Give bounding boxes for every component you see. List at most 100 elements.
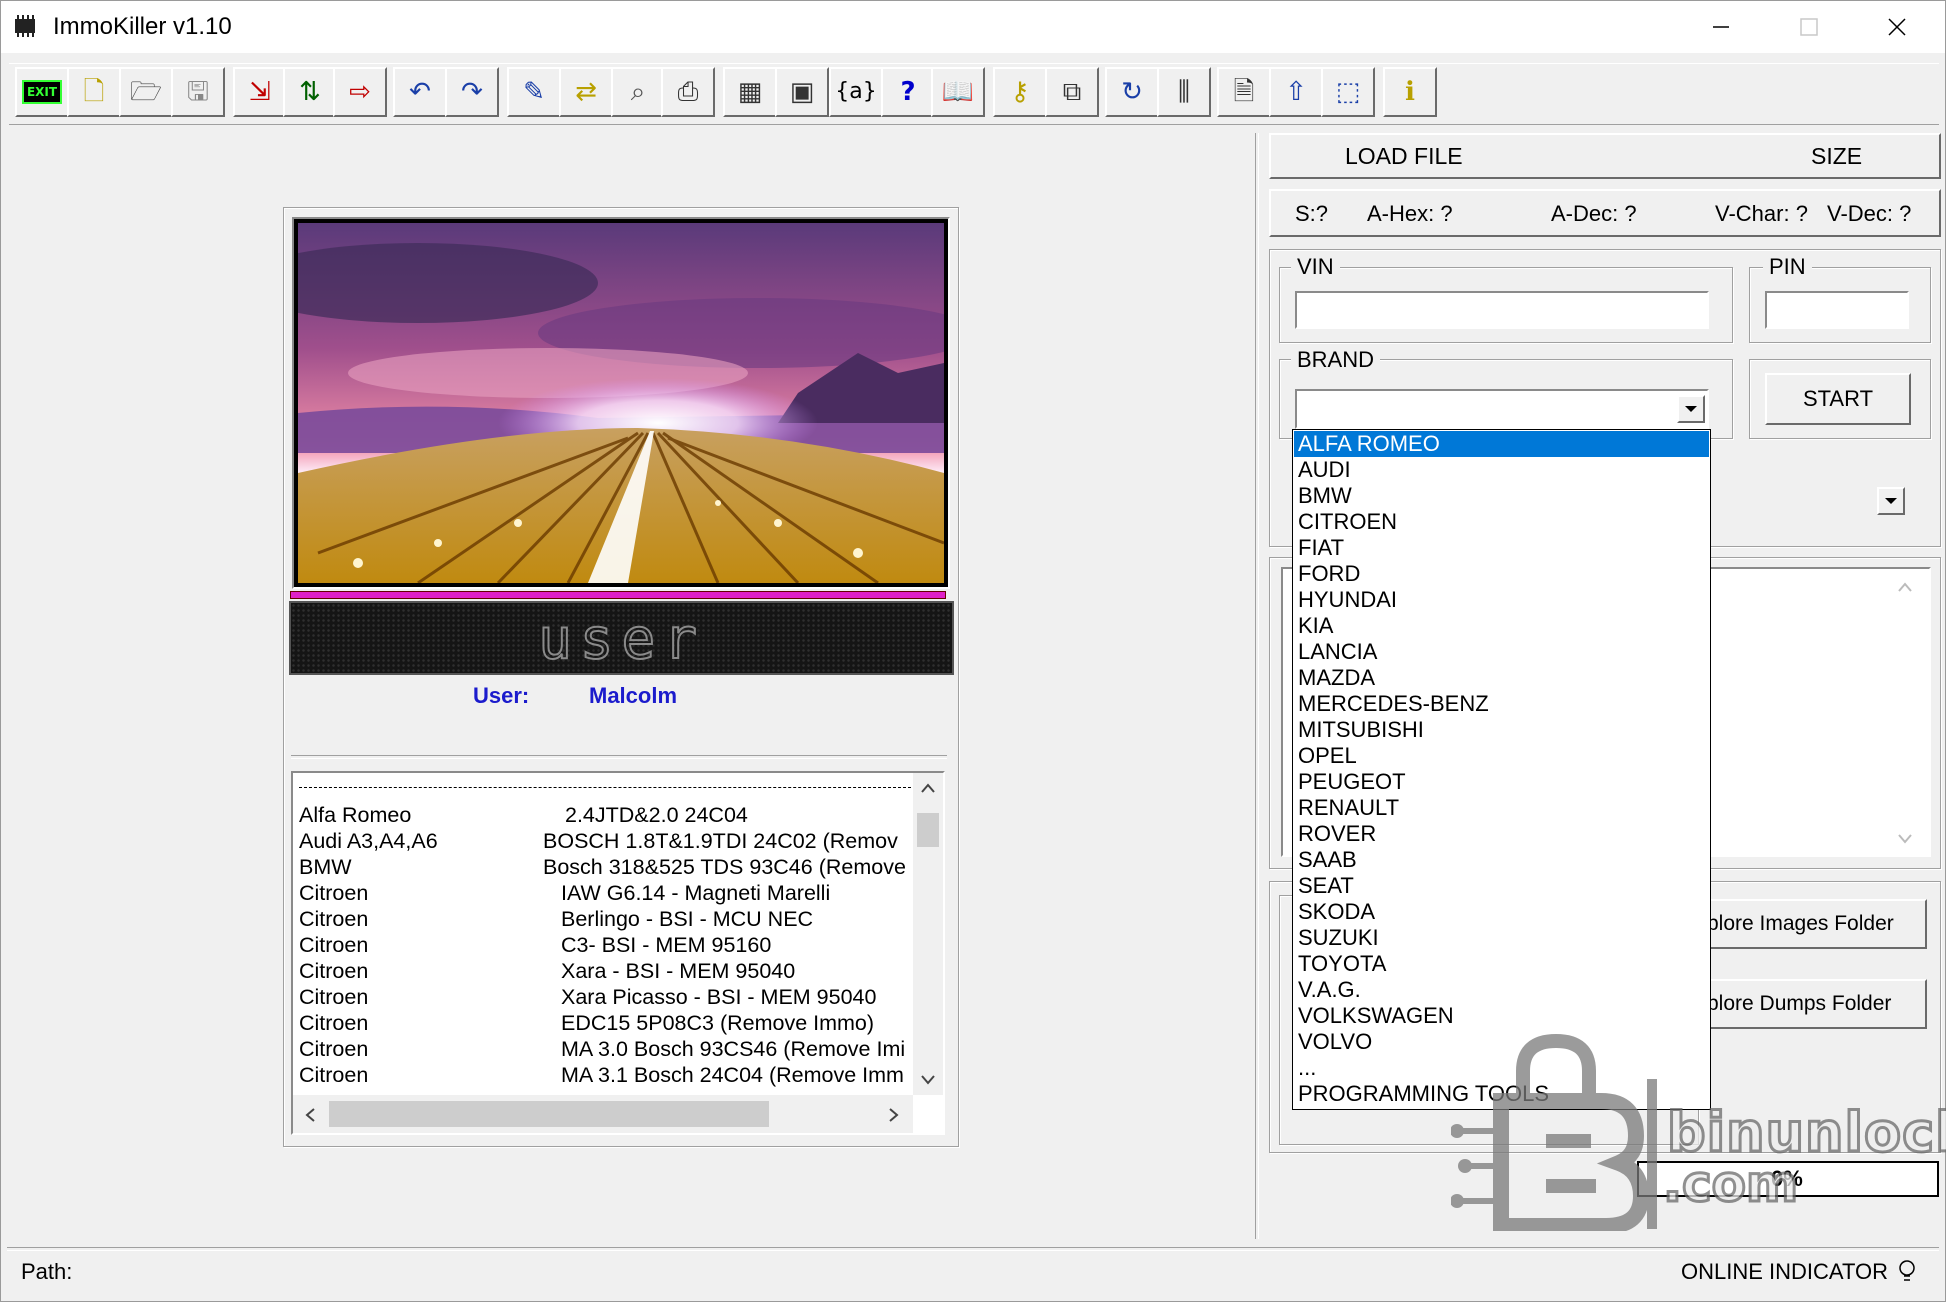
info-button[interactable]: ℹ	[1383, 67, 1437, 117]
brand-option[interactable]: BMW	[1294, 483, 1709, 509]
list-item[interactable]: Citroen Xara - BSI - MEM 95040	[299, 959, 911, 985]
brand-option[interactable]: MERCEDES-BENZ	[1294, 691, 1709, 717]
list-item[interactable]: Citroen Xara Picasso - BSI - MEM 95040	[299, 985, 911, 1011]
refresh-icon: ↻	[1121, 77, 1143, 107]
module-dropdown-button[interactable]	[1877, 487, 1905, 515]
brand-option[interactable]: AUDI	[1294, 457, 1709, 483]
brand-option[interactable]: ALFA ROMEO	[1294, 431, 1709, 457]
refresh-button[interactable]: ↻	[1105, 67, 1159, 117]
vin-input[interactable]	[1295, 291, 1709, 329]
open-file-button[interactable]: 🗁	[119, 67, 173, 117]
save-icon: 🖫	[186, 77, 210, 107]
new-file-button[interactable]: 🗋	[67, 67, 121, 117]
brand-dropdown-button[interactable]	[1677, 395, 1705, 423]
explore-dumps-button[interactable]: plore Dumps Folder	[1691, 979, 1927, 1029]
export-button[interactable]: ⇨	[333, 67, 387, 117]
brand-option[interactable]: SEAT	[1294, 873, 1709, 899]
close-button[interactable]	[1853, 1, 1941, 53]
info-v-dec: V-Dec: ?	[1827, 201, 1912, 226]
manual-button[interactable]: 📖	[931, 67, 985, 117]
brand-option[interactable]: VOLKSWAGEN	[1294, 1003, 1709, 1029]
list-item[interactable]: BMW Bosch 318&525 TDS 93C46 (Remove	[299, 855, 911, 881]
undo-button[interactable]: ↶	[393, 67, 447, 117]
vehicle-list[interactable]: Alfa Romeo 2.4JTD&2.0 24C04 Audi A3,A4,A6 B…	[291, 771, 945, 1135]
pin-input[interactable]	[1765, 291, 1909, 329]
brand-option[interactable]: ROVER	[1294, 821, 1709, 847]
list-item[interactable]: Citroen MA 3.1 Bosch 24C04 (Remove Imm	[299, 1063, 911, 1089]
edit-button[interactable]: ✎	[507, 67, 561, 117]
select-area-button[interactable]: ⬚	[1321, 67, 1375, 117]
brand-option[interactable]: MITSUBISHI	[1294, 717, 1709, 743]
brand-option[interactable]: SKODA	[1294, 899, 1709, 925]
scroll-left-arrow-icon[interactable]	[303, 1107, 317, 1123]
brand-option[interactable]: OPEL	[1294, 743, 1709, 769]
load-file-bar[interactable]: LOAD FILE SIZE	[1269, 133, 1941, 179]
list-item[interactable]: Alfa Romeo 2.4JTD&2.0 24C04	[299, 803, 911, 829]
help-button[interactable]: ?	[881, 67, 935, 117]
brand-option[interactable]: KIA	[1294, 613, 1709, 639]
brand-select[interactable]	[1295, 389, 1709, 429]
start-button[interactable]: START	[1765, 373, 1911, 425]
new-doc-button[interactable]: 🗎	[1217, 67, 1271, 117]
list-item[interactable]: Citroen C3- BSI - MEM 95160	[299, 933, 911, 959]
save-button[interactable]: 🖫	[171, 67, 225, 117]
copy-windows-button[interactable]: ⧉	[1045, 67, 1099, 117]
brand-option[interactable]: RENAULT	[1294, 795, 1709, 821]
app-window: ImmoKiller v1.10 EXIT 🗋 🗁 🖫 ⇲ ⇅ ⇨ ↶ ↷ ✎ ⇄ ⌕ ⎙ ▦ ▣ {a}? 📖…	[0, 0, 1946, 1302]
scroll-up-arrow-icon[interactable]	[920, 781, 936, 795]
brand-option[interactable]: MAZDA	[1294, 665, 1709, 691]
minimize-button[interactable]	[1677, 1, 1765, 53]
module-select[interactable]	[1707, 481, 1907, 519]
key-icon: ⚷	[1010, 77, 1030, 107]
file-info-bar: S:? A-Hex: ? A-Dec: ? V-Char: ? V-Dec: ?	[1269, 189, 1941, 237]
lightbulb-icon	[1899, 1260, 1915, 1281]
columns-button[interactable]: ⫼	[1157, 67, 1211, 117]
export-icon: ⇨	[349, 77, 371, 107]
list-item[interactable]: Citroen Berlingo - BSI - MCU NEC	[299, 907, 911, 933]
swap-bytes-button[interactable]: ⇅	[283, 67, 337, 117]
list-dashed-separator	[299, 787, 911, 788]
user-name: Malcolm	[589, 683, 678, 708]
upload-button[interactable]: ⇧	[1269, 67, 1323, 117]
vertical-scroll-thumb[interactable]	[917, 813, 939, 847]
exit-button[interactable]: EXIT	[15, 67, 69, 117]
brand-dropdown-list[interactable]: ALFA ROMEO AUDI BMW CITROEN FIAT FORD HYUNDAI K…	[1292, 429, 1711, 1110]
brand-option[interactable]: FORD	[1294, 561, 1709, 587]
chip-button[interactable]: ▣	[775, 67, 829, 117]
calculator-icon: ▦	[737, 77, 763, 107]
brand-option[interactable]: HYUNDAI	[1294, 587, 1709, 613]
import-button[interactable]: ⇲	[233, 67, 287, 117]
brand-option[interactable]: SUZUKI	[1294, 925, 1709, 951]
path-label: Path:	[21, 1259, 73, 1284]
open-file-icon: 🗁	[129, 77, 163, 107]
brand-option[interactable]: SAAB	[1294, 847, 1709, 873]
list-item[interactable]: Audi A3,A4,A6 BOSCH 1.8T&1.9TDI 24C02 (Re…	[299, 829, 911, 855]
watermark-divider	[1647, 1079, 1657, 1229]
brand-option[interactable]: CITROEN	[1294, 509, 1709, 535]
scroll-right-arrow-icon[interactable]	[887, 1107, 901, 1123]
scroll-down-arrow-icon[interactable]	[920, 1073, 936, 1087]
textarea-scroll-up-icon[interactable]	[1897, 581, 1913, 593]
textarea-scroll-down-icon[interactable]	[1897, 833, 1913, 845]
horizontal-scroll-thumb[interactable]	[329, 1101, 769, 1127]
list-item[interactable]: Citroen MA 3.0 Bosch 93CS46 (Remove Imi	[299, 1037, 911, 1063]
print-button[interactable]: ⎙	[661, 67, 715, 117]
list-item[interactable]: Citroen EDC15 5P08C3 (Remove Immo)	[299, 1011, 911, 1037]
redo-button[interactable]: ↷	[445, 67, 499, 117]
variables-button[interactable]: {a}	[829, 67, 883, 117]
list-item[interactable]: Citroen IAW G6.14 - Magneti Marelli	[299, 881, 911, 907]
brand-option[interactable]: PEUGEOT	[1294, 769, 1709, 795]
maximize-button[interactable]	[1765, 1, 1853, 53]
brand-option[interactable]: LANCIA	[1294, 639, 1709, 665]
brand-option[interactable]: TOYOTA	[1294, 951, 1709, 977]
info-a-dec: A-Dec: ?	[1551, 201, 1637, 226]
vertical-scrollbar[interactable]	[913, 773, 943, 1095]
horizontal-scrollbar[interactable]	[293, 1095, 913, 1133]
convert-button[interactable]: ⇄	[559, 67, 613, 117]
explore-images-button[interactable]: plore Images Folder	[1691, 899, 1927, 949]
brand-option[interactable]: FIAT	[1294, 535, 1709, 561]
find-button[interactable]: ⌕	[611, 67, 665, 117]
brand-option[interactable]: V.A.G.	[1294, 977, 1709, 1003]
calculator-button[interactable]: ▦	[723, 67, 777, 117]
key-button[interactable]: ⚷	[993, 67, 1047, 117]
